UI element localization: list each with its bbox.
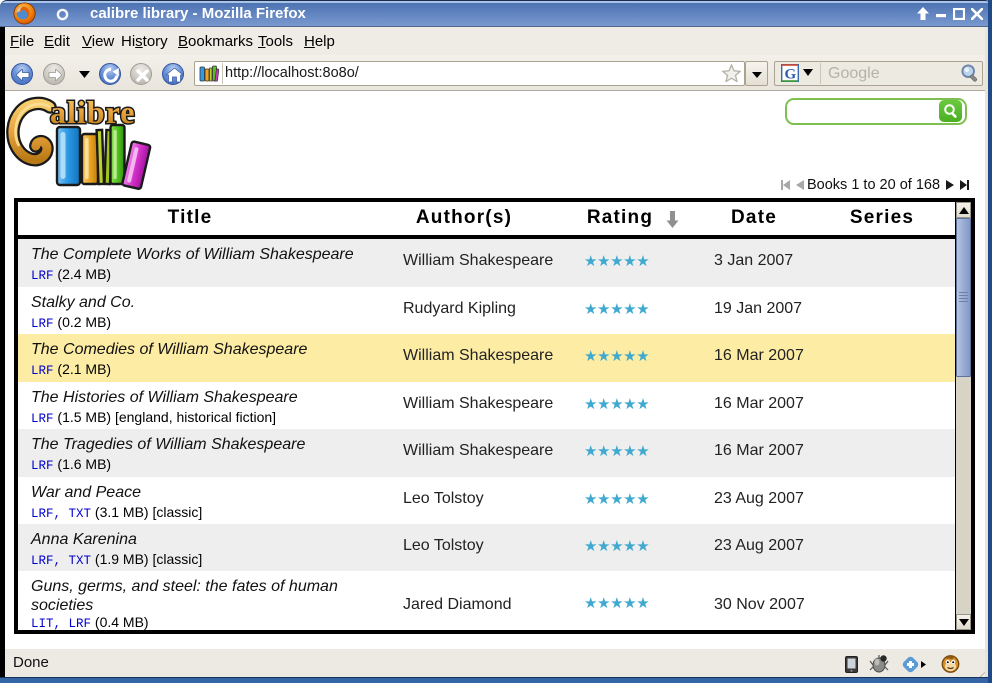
svg-text:G: G [785,67,797,83]
svg-text:alibre: alibre [50,94,135,130]
